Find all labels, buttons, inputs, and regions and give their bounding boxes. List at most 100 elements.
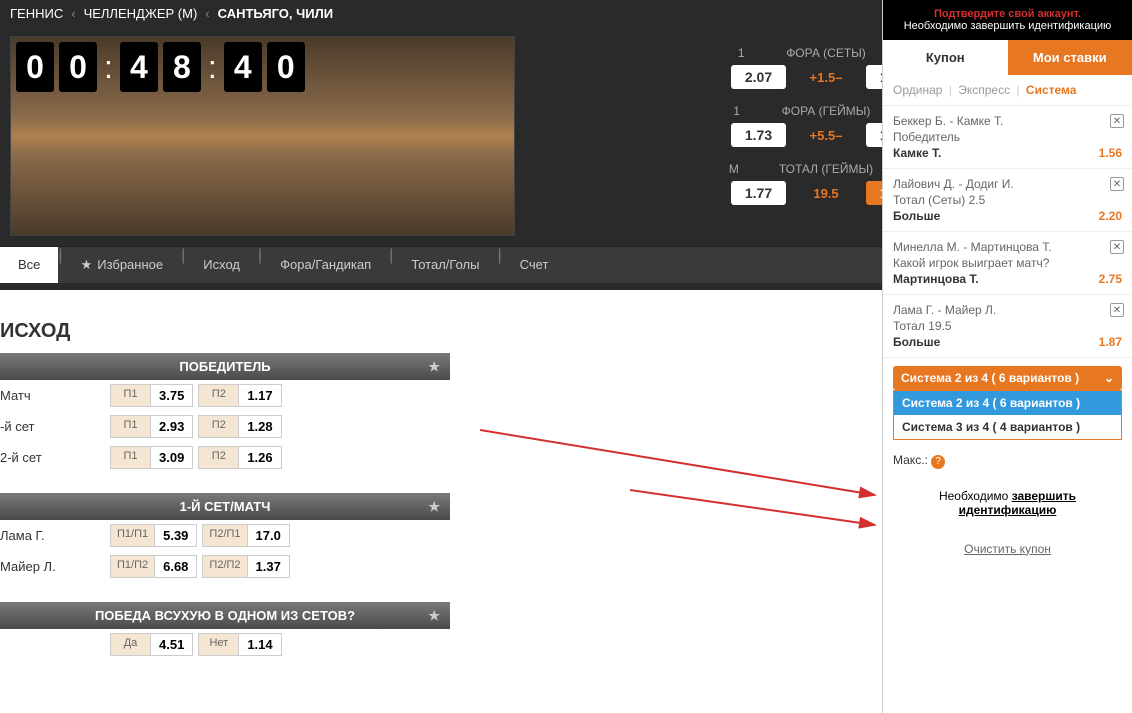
bet-button[interactable]: П21.17 [198,384,281,407]
bet-value: 1.17 [239,385,280,406]
odds-line: 19.5 [801,186,851,201]
market-row: МатчП13.75П21.17 [0,380,450,411]
tab-score[interactable]: Счет [502,247,567,283]
odds-button[interactable]: 2.07 [731,65,786,89]
bet-button[interactable]: П1/П26.68 [110,555,197,578]
bet-odd: 2.20 [1099,209,1122,223]
bet-button[interactable]: П13.75 [110,384,193,407]
bet-button[interactable]: П2/П21.37 [202,555,289,578]
bet-pick: Больше [893,335,940,349]
system-option[interactable]: Система 3 из 4 ( 4 вариантов ) [894,415,1121,439]
star-icon[interactable]: ★ [428,608,440,624]
clear-coupon-link[interactable]: Очистить купон [883,532,1132,566]
bet-odd: 2.75 [1099,272,1122,286]
bet-match: Минелла М. - Мартинцова Т. [893,240,1122,254]
market-header-dry[interactable]: ПОБЕДА ВСУХУЮ В ОДНОМ ИЗ СЕТОВ? ★ [0,602,450,629]
bet-item: ✕Минелла М. - Мартинцова Т. Какой игрок в… [883,232,1132,295]
market-row-label: Матч [0,388,105,403]
bet-button[interactable]: П2/П117.0 [202,524,289,547]
bet-match: Лайович Д. - Додиг И. [893,177,1122,191]
bet-market: Тотал (Сеты) 2.5 [893,193,1122,207]
bet-value: 17.0 [248,525,289,546]
verify-banner[interactable]: Подтвердите свой аккаунт. Необходимо зав… [883,0,1132,40]
market-header-winner[interactable]: ПОБЕДИТЕЛЬ ★ [0,353,450,380]
bet-name: П1 [111,385,151,406]
tab-favorites[interactable]: ★Избранное [63,247,182,283]
odds-button[interactable]: 1.73 [731,123,786,147]
remove-bet-icon[interactable]: ✕ [1110,240,1124,254]
tab-handicap[interactable]: Фора/Гандикап [262,247,389,283]
verify-msg: Необходимо завершить идентификацию [891,20,1124,32]
bet-name: П2/П2 [203,556,247,577]
bet-name: П1 [111,416,151,437]
breadcrumb-sub[interactable]: ЧЕЛЛЕНДЖЕР (М) [84,6,198,21]
market-row: 2-й сет П13.09П21.26 [0,442,450,473]
verify-footer: Необходимо завершить идентификацию [883,474,1132,532]
tab-totals[interactable]: Тотал/Голы [393,247,497,283]
bet-type-express[interactable]: Экспресс [958,83,1010,97]
market-row: Да4.51Нет1.14 [0,629,450,660]
bet-value: 1.14 [239,634,280,655]
star-icon: ★ [81,257,93,272]
bet-match: Беккер Б. - Камке Т. [893,114,1122,128]
video-preview: 0 0 : 4 8 : 4 0 [10,36,515,236]
bet-button[interactable]: П21.28 [198,415,281,438]
bet-odd: 1.87 [1099,335,1122,349]
tab-mybets[interactable]: Мои ставки [1008,40,1132,75]
remove-bet-icon[interactable]: ✕ [1110,114,1124,128]
bet-odd: 1.56 [1099,146,1122,160]
bet-value: 5.39 [155,525,196,546]
bet-name: П2/П1 [203,525,247,546]
bet-value: 1.37 [248,556,289,577]
odds-col-label: 1 [712,104,762,118]
bet-button[interactable]: П12.93 [110,415,193,438]
remove-bet-icon[interactable]: ✕ [1110,303,1124,317]
market-row: Майер Л.П1/П26.68П2/П21.37 [0,551,450,582]
colon: : [206,49,219,86]
tab-coupon[interactable]: Купон [883,40,1008,75]
bet-name: П1/П1 [111,525,155,546]
tab-outcome[interactable]: Исход [185,247,258,283]
match-timer: 0 0 : 4 8 : 4 0 [11,37,310,97]
bet-button[interactable]: П1/П15.39 [110,524,197,547]
bet-type-single[interactable]: Ординар [893,83,942,97]
market-header-setmatch[interactable]: 1-Й СЕТ/МАТЧ ★ [0,493,450,520]
bet-match: Лама Г. - Майер Л. [893,303,1122,317]
bet-button[interactable]: П21.26 [198,446,281,469]
chevron-icon: ‹ [71,6,75,21]
bet-name: П1 [111,447,151,468]
breadcrumb-event: САНТЬЯГО, ЧИЛИ [218,6,333,21]
help-icon[interactable]: ? [931,455,945,469]
market-row-label: -й сет [0,419,105,434]
section-title-outcome: ИСХОД [0,310,450,353]
max-stake-row: Макс.: ? [883,448,1132,474]
bet-pick: Мартинцова Т. [893,272,979,286]
system-dropdown-button[interactable]: Система 2 из 4 ( 6 вариантов ) ⌄ [893,366,1122,390]
chevron-down-icon: ⌄ [1104,371,1114,385]
bet-value: 1.26 [239,447,280,468]
odds-button[interactable]: 1.77 [731,181,786,205]
bet-market: Какой игрок выиграет матч? [893,256,1122,270]
star-icon[interactable]: ★ [428,499,440,515]
colon: : [102,49,115,86]
bet-value: 1.28 [239,416,280,437]
bet-button[interactable]: Да4.51 [110,633,193,656]
system-selector: Система 2 из 4 ( 6 вариантов ) ⌄ Система… [893,366,1122,440]
timer-digit: 0 [59,42,97,92]
bet-value: 3.75 [151,385,192,406]
breadcrumb-cat[interactable]: ГЕННИС [10,6,63,21]
remove-bet-icon[interactable]: ✕ [1110,177,1124,191]
system-option[interactable]: Система 2 из 4 ( 6 вариантов ) [894,391,1121,415]
bet-value: 4.51 [151,634,192,655]
bet-button[interactable]: П13.09 [110,446,193,469]
bet-pick: Больше [893,209,940,223]
verify-title: Подтвердите свой аккаунт. [891,8,1124,20]
betslip-sidebar: Подтвердите свой аккаунт. Необходимо зав… [882,0,1132,713]
star-icon[interactable]: ★ [428,359,440,375]
bet-type-system[interactable]: Система [1026,83,1077,97]
bet-item: ✕Беккер Б. - Камке Т.ПобедительКамке Т.1… [883,106,1132,169]
tab-all[interactable]: Все [0,247,58,283]
market-row: Лама Г.П1/П15.39П2/П117.0 [0,520,450,551]
market-row-label: 2-й сет [0,450,105,465]
bet-button[interactable]: Нет1.14 [198,633,281,656]
